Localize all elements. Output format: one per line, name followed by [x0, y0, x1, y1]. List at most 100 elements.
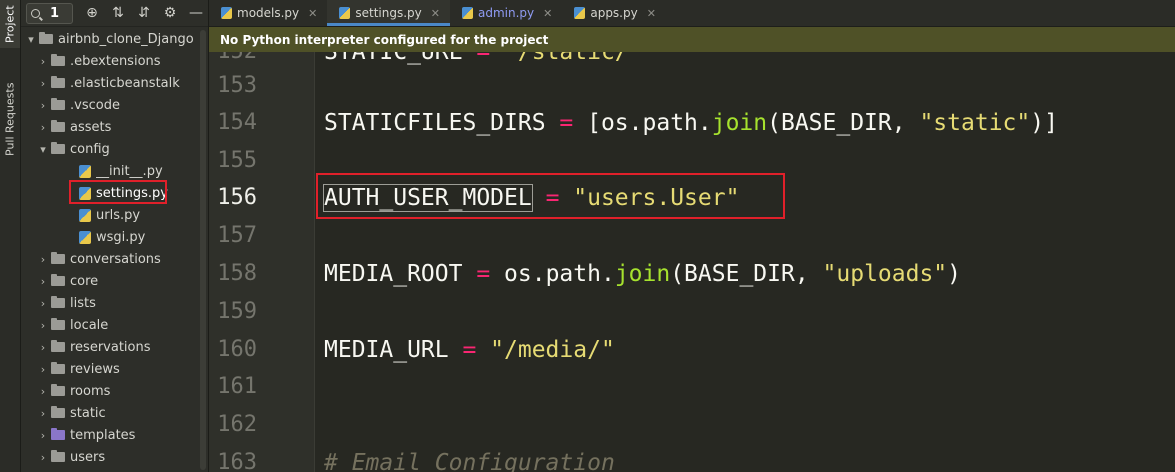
chevron-right-icon[interactable]: ›	[35, 77, 51, 90]
expand-all-icon[interactable]: ⇅	[111, 5, 125, 21]
python-file-icon	[221, 7, 232, 19]
pull-requests-tab-label: Pull Requests	[3, 82, 17, 157]
close-icon[interactable]: ✕	[308, 7, 317, 20]
tree-item-assets[interactable]: › assets	[21, 116, 208, 138]
tree-item-label: wsgi.py	[96, 229, 146, 245]
python-file-icon	[79, 164, 91, 178]
tab-label: apps.py	[590, 6, 638, 20]
tree-item-lists[interactable]: › lists	[21, 292, 208, 314]
chevron-right-icon[interactable]: ›	[35, 297, 51, 310]
tree-item-label: urls.py	[96, 207, 141, 223]
folder-icon	[51, 296, 65, 308]
code-token: "static"	[919, 110, 1031, 136]
project-panel: 1 ⊕ ⇅ ⇵ ⚙ — ▾ airbnb_clone_Django › .ebe…	[21, 0, 209, 472]
chevron-right-icon[interactable]: ›	[35, 385, 51, 398]
line-number: 162	[217, 412, 257, 437]
tree-item-label: conversations	[70, 251, 161, 267]
line-number: 157	[217, 223, 257, 248]
chevron-right-icon[interactable]: ›	[35, 99, 51, 112]
folder-icon	[51, 120, 65, 132]
tree-item-label: static	[70, 405, 106, 421]
tree-item-templates[interactable]: › templates	[21, 424, 208, 446]
code-token: STATICFILES_DIRS	[324, 110, 546, 136]
code-token: [os.path.	[587, 110, 712, 136]
chevron-right-icon[interactable]: ›	[35, 275, 51, 288]
tree-item-urls-py[interactable]: urls.py	[21, 204, 208, 226]
code-token: =	[545, 110, 588, 136]
close-icon[interactable]: ✕	[431, 7, 440, 20]
pull-requests-tool-tab[interactable]: Pull Requests	[0, 62, 20, 177]
code-editor[interactable]: 152 153 154 155 156 157 158 159 160 161 …	[209, 27, 1175, 472]
python-file-icon	[574, 7, 586, 19]
tree-item-reservations[interactable]: › reservations	[21, 336, 208, 358]
line-number-gutter: 152 153 154 155 156 157 158 159 160 161 …	[209, 27, 315, 472]
folder-icon	[51, 274, 65, 286]
folder-icon	[51, 252, 65, 264]
chevron-right-icon[interactable]: ›	[35, 363, 51, 376]
tree-item-elasticbeanstalk[interactable]: › .elasticbeanstalk	[21, 72, 208, 94]
project-scrollbar[interactable]	[200, 30, 206, 470]
line-number: 153	[217, 73, 257, 98]
chevron-right-icon[interactable]: ›	[35, 341, 51, 354]
line-number: 160	[217, 337, 257, 362]
editor-tabs: models.py ✕ settings.py ✕ admin.py ✕ app…	[209, 0, 1175, 27]
chevron-right-icon[interactable]: ›	[35, 319, 51, 332]
tree-item-label: reviews	[70, 361, 120, 377]
tree-item-locale[interactable]: › locale	[21, 314, 208, 336]
interpreter-warning-banner[interactable]: No Python interpreter configured for the…	[209, 27, 1175, 52]
project-tool-tab[interactable]: Project	[0, 0, 20, 48]
tree-item-init-py[interactable]: __init__.py	[21, 160, 208, 182]
tree-item-static[interactable]: › static	[21, 402, 208, 424]
chevron-down-icon[interactable]: ▾	[23, 33, 39, 46]
collapse-all-icon[interactable]: ⇵	[137, 5, 151, 21]
activity-bar: Project Pull Requests	[0, 0, 21, 472]
chevron-right-icon[interactable]: ›	[35, 55, 51, 68]
folder-icon	[51, 450, 65, 462]
folder-icon	[51, 340, 65, 352]
project-search-box[interactable]: 1	[26, 2, 73, 24]
gear-icon[interactable]: ⚙	[163, 5, 177, 21]
hide-panel-icon[interactable]: —	[189, 5, 203, 21]
project-tab-label: Project	[3, 5, 17, 43]
line-number-current: 156	[217, 185, 257, 210]
close-icon[interactable]: ✕	[543, 7, 552, 20]
tab-apps-py[interactable]: apps.py ✕	[562, 0, 666, 26]
tab-settings-py[interactable]: settings.py ✕	[327, 0, 450, 26]
code-token: (BASE_DIR,	[767, 110, 920, 136]
tab-label: settings.py	[355, 6, 422, 20]
tree-item-config[interactable]: ▾ config	[21, 138, 208, 160]
tree-item-wsgi-py[interactable]: wsgi.py	[21, 226, 208, 248]
tree-item-label: rooms	[70, 383, 111, 399]
tree-root-label: airbnb_clone_Django	[58, 31, 194, 47]
tree-item-ebextensions[interactable]: › .ebextensions	[21, 50, 208, 72]
chevron-right-icon[interactable]: ›	[35, 121, 51, 134]
chevron-right-icon[interactable]: ›	[35, 253, 51, 266]
chevron-down-icon[interactable]: ▾	[35, 143, 51, 156]
line-number: 159	[217, 299, 257, 324]
tree-item-reviews[interactable]: › reviews	[21, 358, 208, 380]
tree-item-label: core	[70, 273, 99, 289]
tab-models-py[interactable]: models.py ✕	[209, 0, 327, 26]
templates-folder-icon	[51, 428, 65, 440]
tree-item-label: locale	[70, 317, 109, 333]
chevron-right-icon[interactable]: ›	[35, 407, 51, 420]
tree-item-rooms[interactable]: › rooms	[21, 380, 208, 402]
code-token: os.path.	[504, 261, 615, 287]
tree-item-users[interactable]: › users	[21, 446, 208, 468]
chevron-right-icon[interactable]: ›	[35, 451, 51, 464]
python-file-icon	[461, 7, 473, 19]
tree-item-conversations[interactable]: › conversations	[21, 248, 208, 270]
line-number: 161	[217, 374, 257, 399]
python-file-icon	[79, 208, 91, 222]
tree-item-core[interactable]: › core	[21, 270, 208, 292]
close-icon[interactable]: ✕	[647, 7, 656, 20]
tab-label: models.py	[237, 6, 300, 20]
code-line-154: STATICFILES_DIRS = [os.path.join(BASE_DI…	[324, 106, 1058, 140]
tree-root[interactable]: ▾ airbnb_clone_Django	[21, 28, 208, 50]
tab-admin-py[interactable]: admin.py ✕	[450, 0, 562, 26]
folder-icon	[51, 98, 65, 110]
code-token: join	[614, 261, 671, 287]
tree-item-vscode[interactable]: › .vscode	[21, 94, 208, 116]
chevron-right-icon[interactable]: ›	[35, 429, 51, 442]
locate-file-icon[interactable]: ⊕	[85, 5, 99, 21]
